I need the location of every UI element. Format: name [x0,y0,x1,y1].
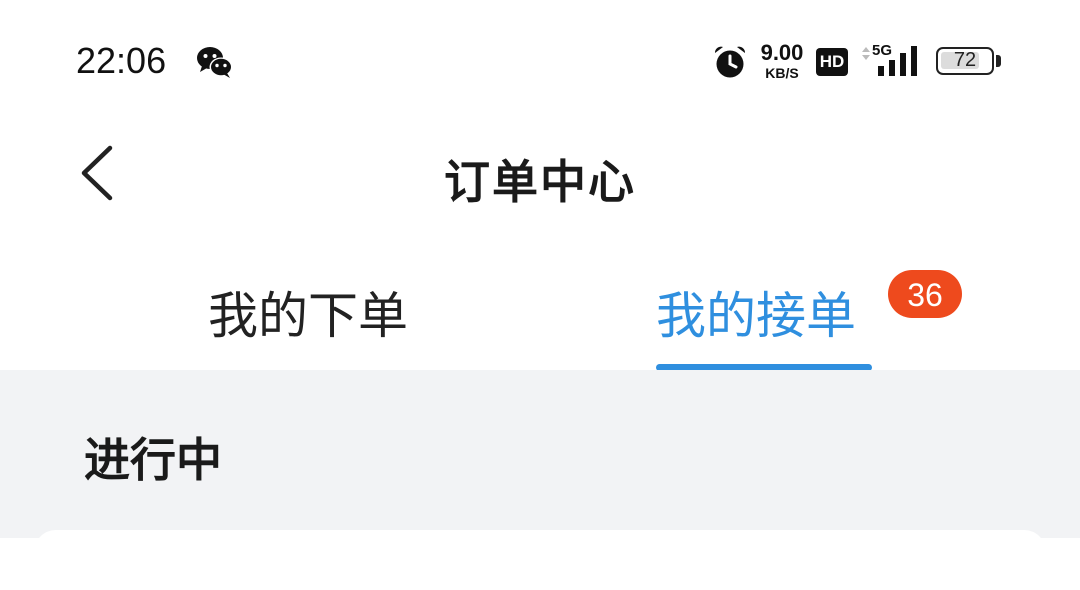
net-speed-unit: KB/S [765,65,799,81]
content-area: 进行中 [0,370,1080,590]
status-bar: 22:06 9.00 KB/S HD 5G 72 [0,0,1080,120]
order-card[interactable] [34,530,1046,590]
battery-icon: 72 [936,47,994,75]
network-type: 5G [872,42,893,59]
tab-my-accepted-orders[interactable]: 我的接单 [656,276,856,348]
battery-percent: 72 [953,49,977,71]
battery-tip [996,55,1001,67]
section-title: 进行中 [84,433,222,487]
count-badge: 36 [888,270,962,318]
net-speed: 9.00 KB/S [756,40,808,81]
status-time: 22:06 [76,40,167,81]
page-title: 订单中心 [444,155,636,209]
net-speed-value: 9.00 [760,40,804,65]
hd-badge: HD [816,48,848,76]
tab-my-orders[interactable]: 我的下单 [208,276,408,348]
alarm-icon [714,46,746,78]
wechat-icon [197,47,233,78]
